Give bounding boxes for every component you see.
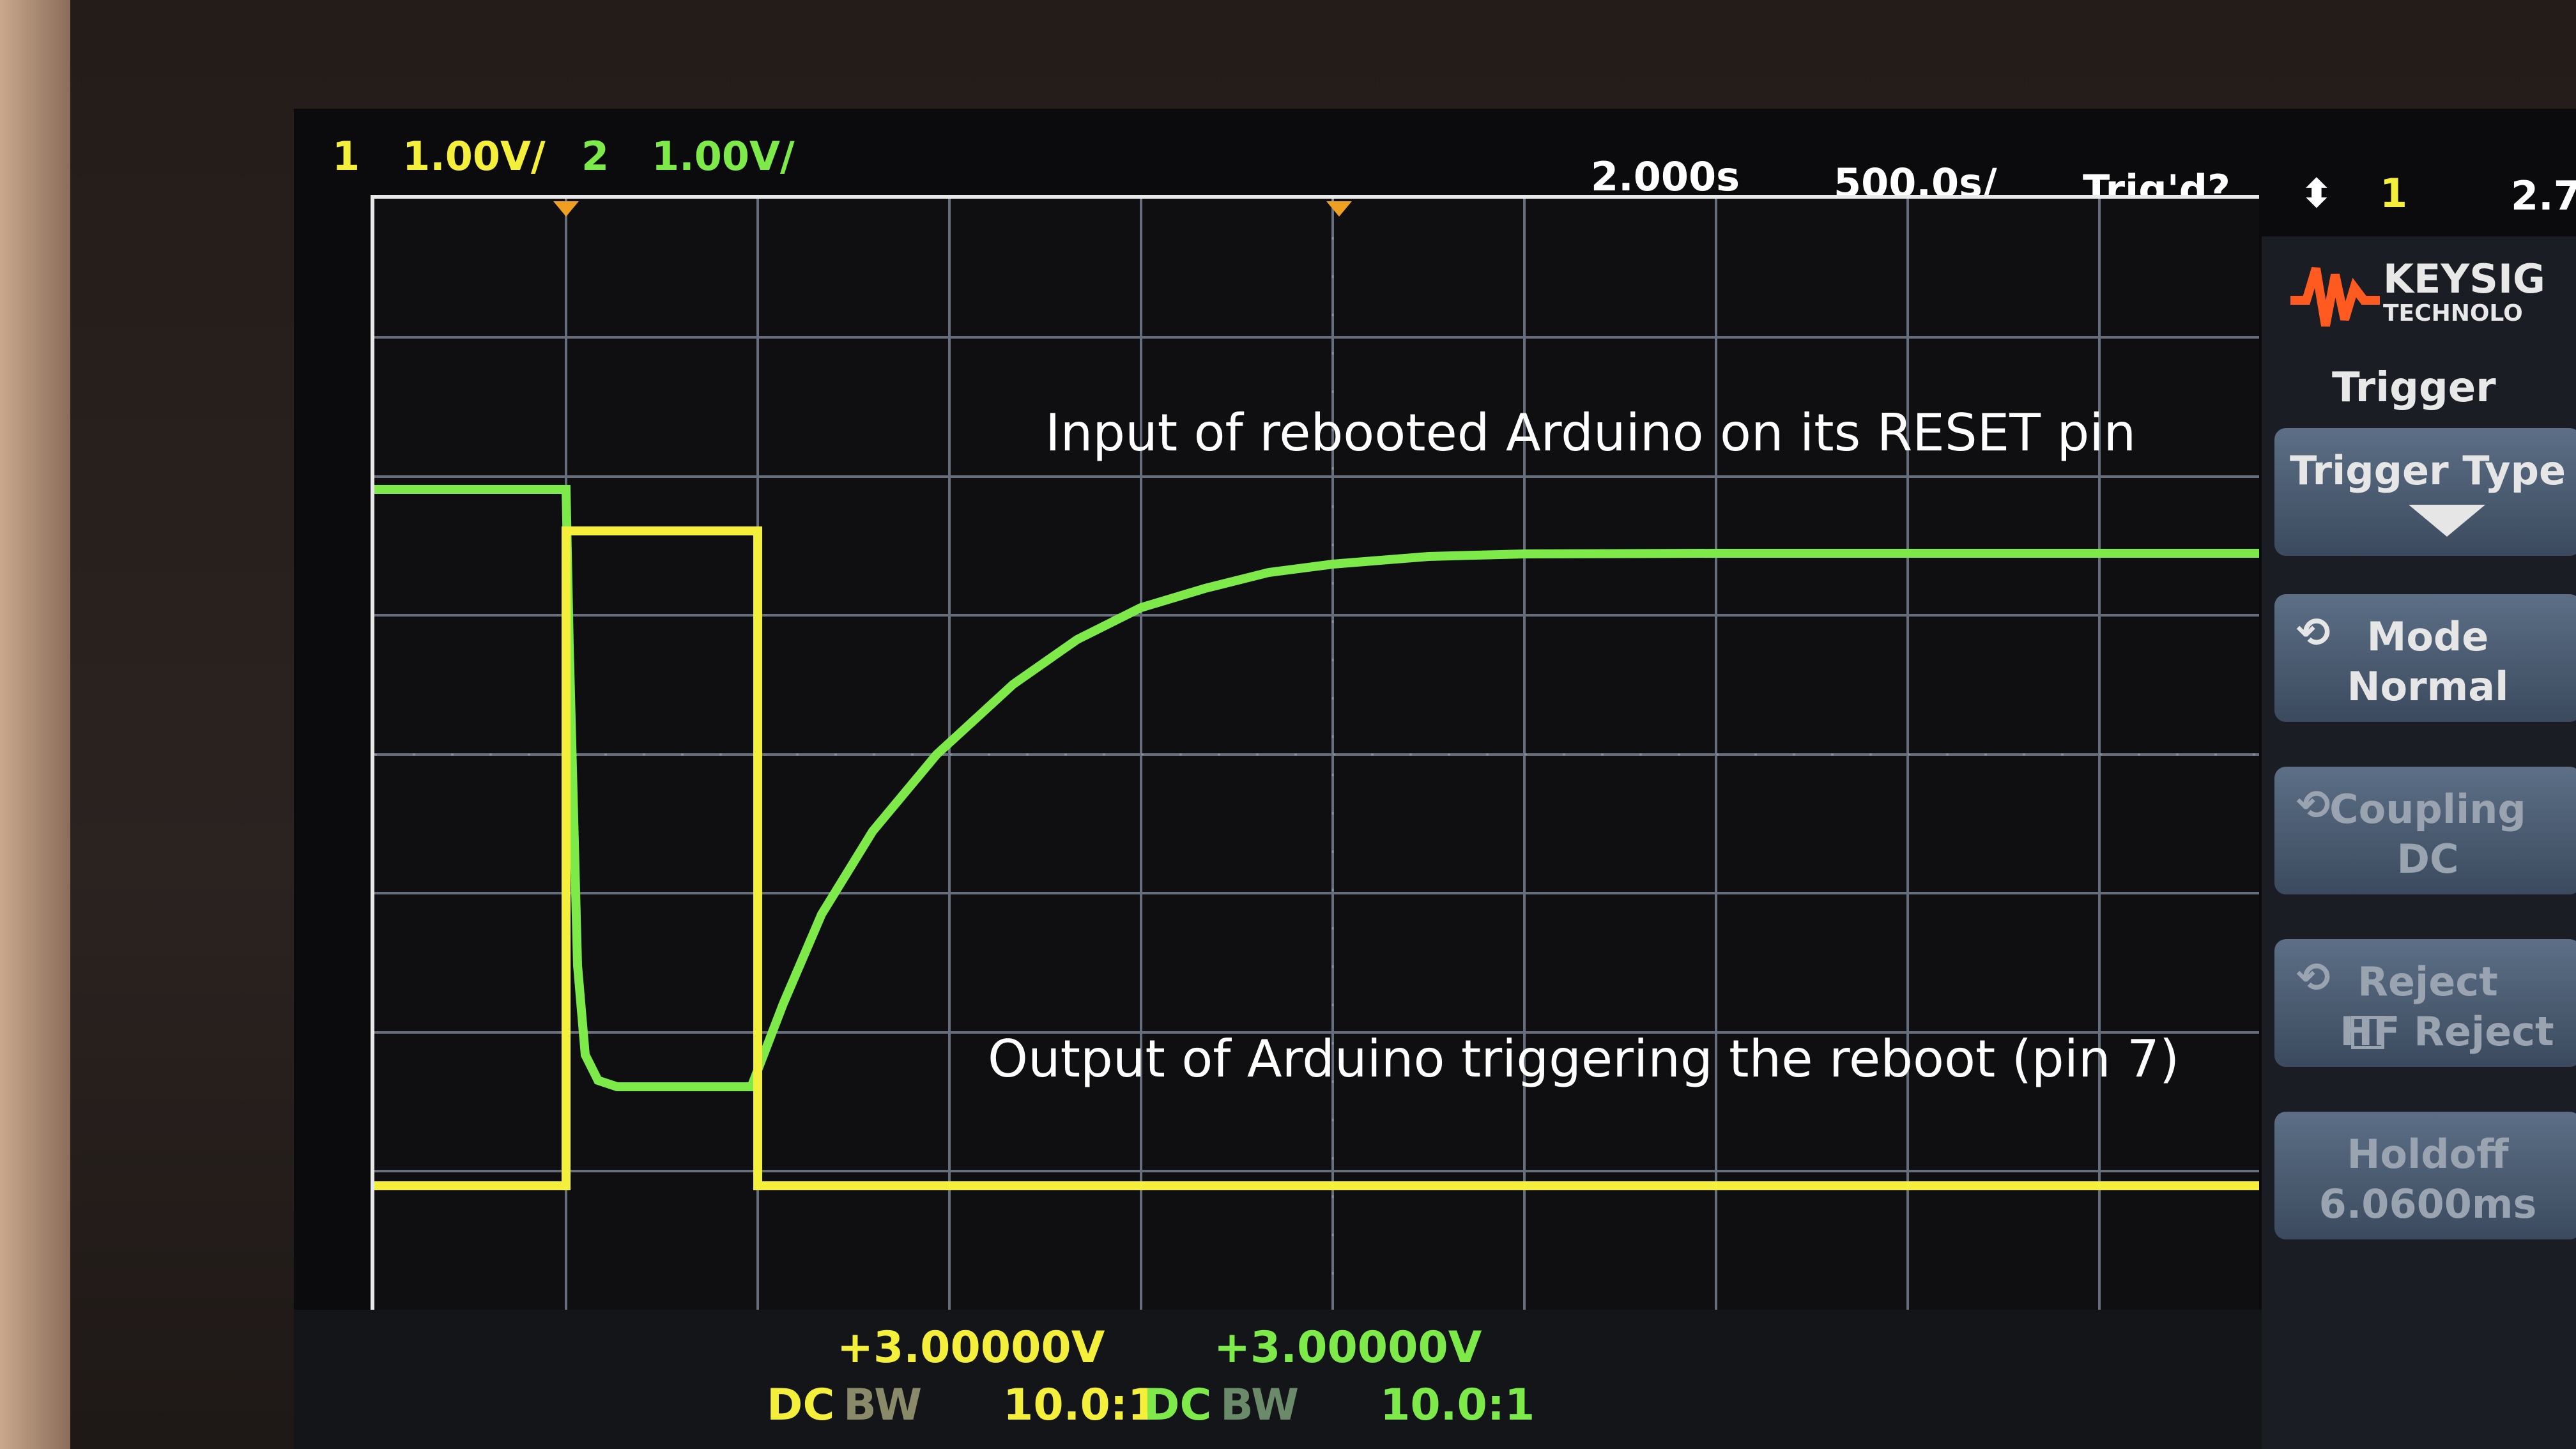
trigger-edge-icon: ⬍	[2300, 170, 2333, 217]
ch1-coupling: DC	[767, 1380, 835, 1430]
mode-softkey[interactable]: ⟲ Mode Normal	[2274, 594, 2576, 722]
holdoff-softkey[interactable]: Holdoff 6.0600ms	[2274, 1112, 2576, 1239]
ch1-bw-limit: BW	[843, 1380, 923, 1430]
holdoff-value: 6.0600ms	[2319, 1181, 2537, 1227]
time-position: 2.000s	[1591, 153, 1740, 200]
time-reference-marker	[1326, 201, 1352, 217]
dropdown-arrow-icon	[2409, 505, 2485, 537]
trigger-type-softkey[interactable]: Trigger Type	[2274, 428, 2576, 556]
coupling-softkey[interactable]: ⟲ Coupling DC	[2274, 767, 2576, 894]
holdoff-label: Holdoff	[2347, 1131, 2509, 1177]
ch2-scale: 1.00V/	[652, 133, 795, 180]
ch1-scale: 1.00V/	[402, 133, 546, 180]
menu-title: Trigger	[2332, 364, 2496, 411]
trigger-delay-marker	[553, 201, 579, 217]
ch2-reset-pin-trace	[374, 485, 2259, 1091]
reject-label: Reject	[2358, 958, 2498, 1005]
input-annotation: Input of rebooted Arduino on its RESET p…	[1045, 403, 2136, 463]
channel-info-bar: +3.00000V DC BW 10.0:1 +3.00000V DC BW 1…	[294, 1310, 2262, 1449]
grid-lines	[374, 199, 2259, 1310]
trigger-softkey-panel: KEYSIG TECHNOLO Trigger Trigger Type ⟲ M…	[2262, 236, 2576, 1449]
mode-label: Mode	[2366, 613, 2489, 660]
ch2-bw-limit: BW	[1220, 1380, 1300, 1430]
ch2-coupling: DC	[1144, 1380, 1212, 1430]
waveform-graticule: Input of rebooted Arduino on its RESET p…	[371, 195, 2259, 1310]
status-bar: 1 1.00V/ 2 1.00V/ 2.000s 500.0s/ Trig'd?…	[294, 109, 2576, 219]
reject-softkey[interactable]: ⟲ Reject HF Reject	[2274, 939, 2576, 1067]
ch1-number: 1	[332, 133, 360, 180]
ch2-number: 2	[581, 133, 610, 180]
hf-reject-label: HF Reject	[2340, 1008, 2554, 1055]
ch2-offset: +3.00000V	[1214, 1322, 1482, 1373]
output-annotation: Output of Arduino triggering the reboot …	[988, 1029, 2180, 1089]
ch1-probe: 10.0:1	[1003, 1380, 1158, 1430]
trigger-level: 2.70	[2511, 172, 2576, 219]
logo-line2: TECHNOLO	[2383, 300, 2523, 326]
mode-value: Normal	[2347, 663, 2509, 710]
ch2-probe: 10.0:1	[1380, 1380, 1535, 1430]
waveform-plot	[374, 199, 2259, 1310]
keysight-logo-icon	[2290, 266, 2380, 327]
oscilloscope-screen: 1 1.00V/ 2 1.00V/ 2.000s 500.0s/ Trig'd?…	[294, 109, 2576, 1449]
background-wall	[0, 0, 70, 1449]
coupling-label: Coupling	[2329, 786, 2526, 832]
coupling-value: DC	[2396, 836, 2459, 882]
trigger-type-label: Trigger Type	[2289, 447, 2566, 494]
trigger-source: 1	[2380, 170, 2408, 217]
logo-line1: KEYSIG	[2383, 256, 2545, 302]
ch1-offset: +3.00000V	[837, 1322, 1105, 1373]
